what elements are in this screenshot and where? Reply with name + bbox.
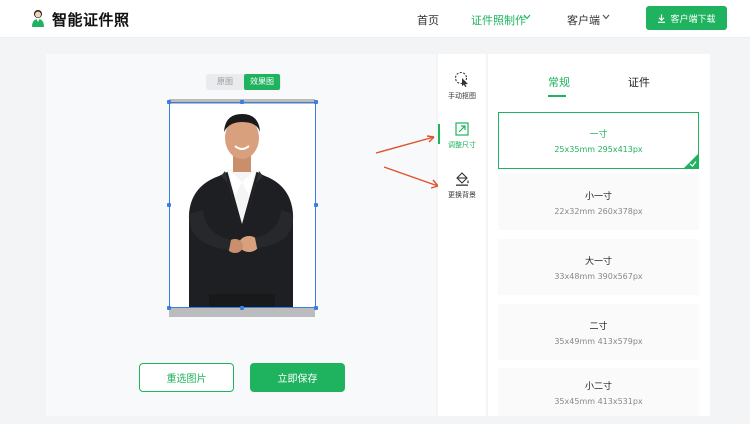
tab-certificate[interactable]: 证件 <box>628 74 650 90</box>
chevron-down-icon[interactable] <box>523 14 531 20</box>
size-panel <box>488 54 710 416</box>
tool-resize[interactable]: 调整尺寸 <box>438 112 486 160</box>
size-option-small-two-inch[interactable]: 小二寸 35x45mm 413x531px <box>498 368 699 416</box>
crop-handle-bottom-left[interactable] <box>167 306 171 310</box>
tool-label: 更换背景 <box>448 191 476 199</box>
size-option-large-one-inch[interactable]: 大一寸 33x48mm 390x567px <box>498 239 699 295</box>
size-dims: 33x48mm 390x567px <box>554 271 643 281</box>
size-option-one-inch[interactable]: 一寸 25x35mm 295x413px <box>498 112 699 169</box>
crop-handle-top[interactable] <box>240 100 244 104</box>
logo-icon <box>32 10 44 27</box>
checkmark-icon <box>684 154 698 168</box>
toggle-effect[interactable]: 效果图 <box>244 74 280 90</box>
size-option-small-one-inch[interactable]: 小一寸 22x32mm 260x378px <box>498 174 699 230</box>
crop-handle-top-left[interactable] <box>167 100 171 104</box>
chevron-down-icon[interactable] <box>602 14 610 20</box>
crop-handle-right[interactable] <box>314 203 318 207</box>
nav-id-photo-maker[interactable]: 证件照制作 <box>471 12 526 28</box>
crop-frame[interactable] <box>169 102 316 308</box>
tool-manual-cutout[interactable]: 手动抠图 <box>438 62 486 110</box>
size-option-two-inch[interactable]: 二寸 35x49mm 413x579px <box>498 304 699 360</box>
tab-regular[interactable]: 常规 <box>548 74 570 90</box>
annotation-arrows <box>375 135 439 189</box>
cursor-select-icon <box>454 71 468 87</box>
size-name: 一寸 <box>589 130 608 140</box>
nav-client[interactable]: 客户端 <box>567 12 600 28</box>
size-dims: 25x35mm 295x413px <box>554 145 643 154</box>
crop-handle-bottom[interactable] <box>240 306 244 310</box>
size-name: 二寸 <box>589 321 608 332</box>
tool-change-background[interactable]: 更换背景 <box>438 162 486 210</box>
size-name: 大一寸 <box>584 256 612 267</box>
top-header: 智能证件照 首页 证件照制作 客户端 客户端下载 <box>0 0 750 38</box>
size-dims: 35x49mm 413x579px <box>554 336 643 346</box>
download-icon <box>658 14 666 23</box>
crop-handle-bottom-right[interactable] <box>314 306 318 310</box>
download-label: 客户端下载 <box>670 14 716 25</box>
tool-label: 调整尺寸 <box>448 141 476 149</box>
brand-name[interactable]: 智能证件照 <box>52 9 130 30</box>
paint-bucket-icon <box>456 172 469 186</box>
toggle-original[interactable]: 原图 <box>208 74 242 90</box>
size-dims: 22x32mm 260x378px <box>554 206 643 216</box>
tool-label: 手动抠图 <box>448 92 476 100</box>
size-name: 小二寸 <box>584 381 612 392</box>
crop-handle-left[interactable] <box>167 203 171 207</box>
resize-icon <box>455 122 469 136</box>
client-download-button[interactable]: 客户端下载 <box>646 6 727 30</box>
size-name: 小一寸 <box>584 191 612 202</box>
save-now-button[interactable]: 立即保存 <box>250 363 345 392</box>
nav-home[interactable]: 首页 <box>417 12 439 28</box>
size-dims: 35x45mm 413x531px <box>554 396 643 406</box>
tab-underline <box>548 95 566 97</box>
crop-handle-top-right[interactable] <box>314 100 318 104</box>
view-toggle[interactable]: 原图 效果图 <box>206 74 281 90</box>
reselect-image-button[interactable]: 重选图片 <box>139 363 234 392</box>
